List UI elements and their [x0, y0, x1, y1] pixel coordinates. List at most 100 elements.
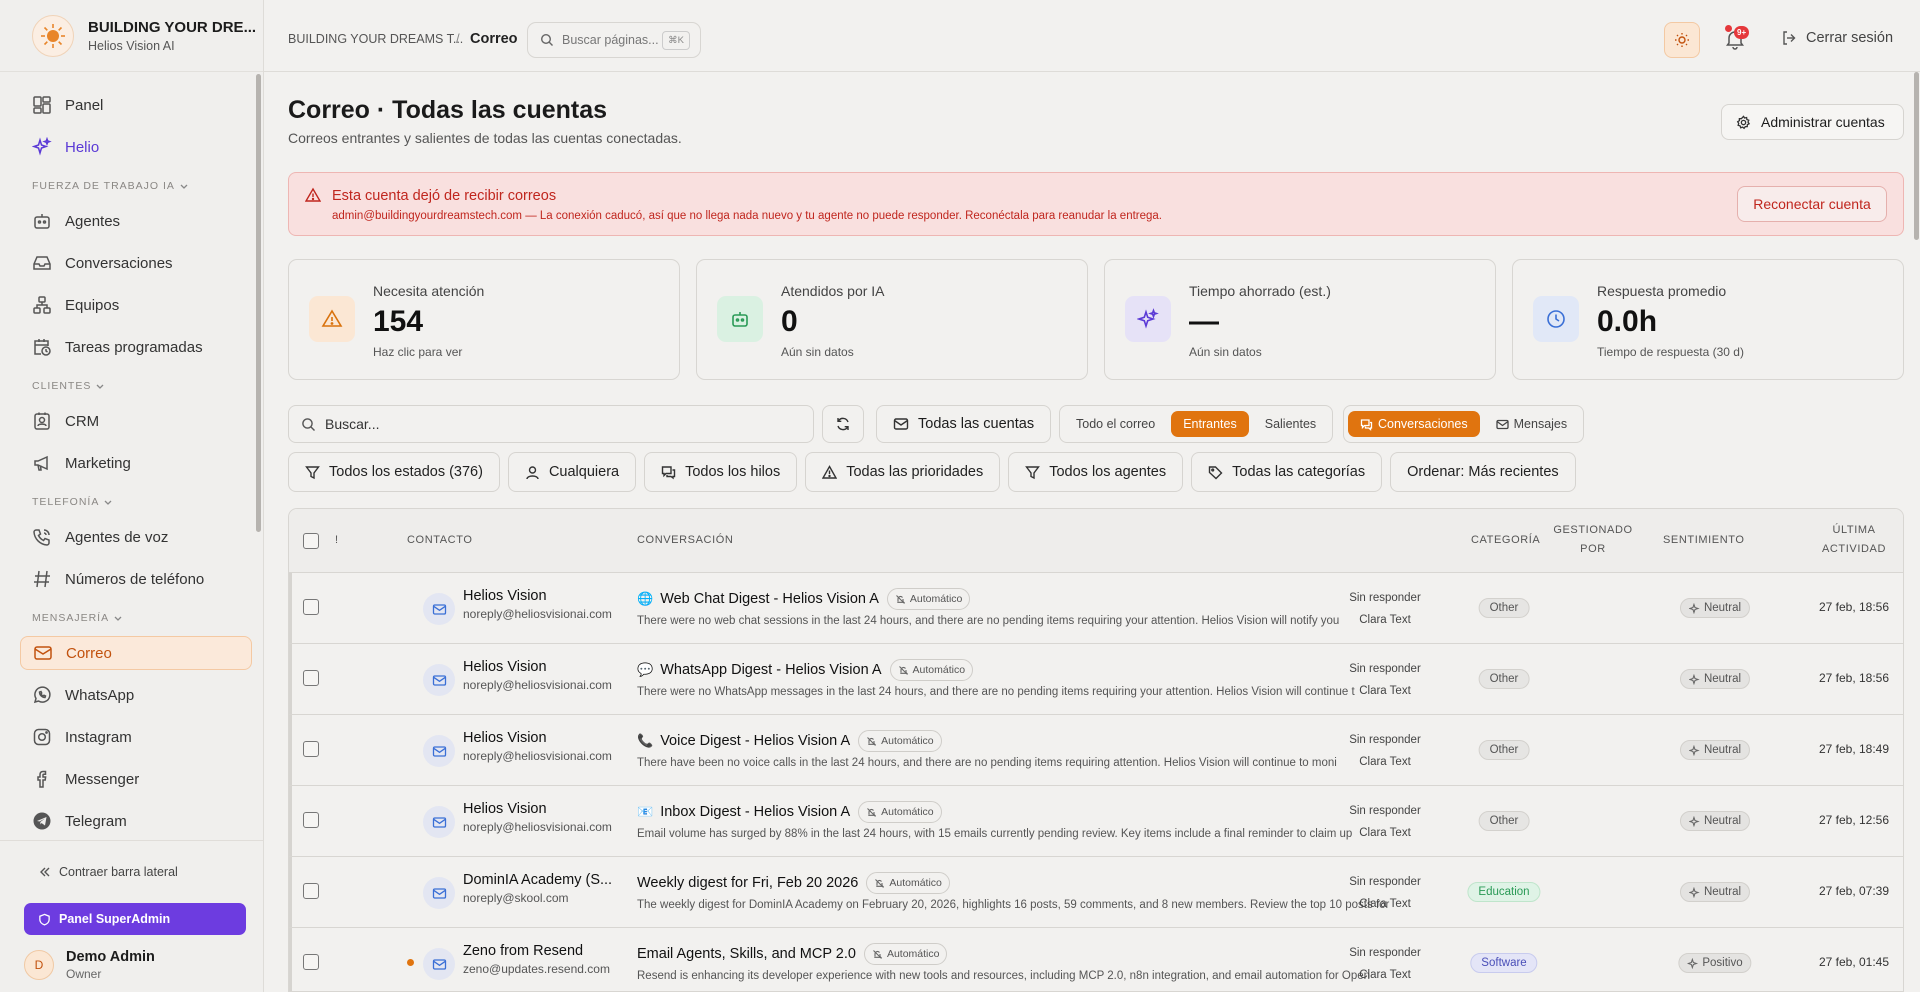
- contact-email: noreply@heliosvisionai.com: [463, 607, 612, 621]
- header-handled-by[interactable]: GESTIONADO POR: [1553, 521, 1633, 559]
- category-badge: Education: [1467, 882, 1541, 902]
- sidebar-item-marketing[interactable]: Marketing: [20, 446, 252, 480]
- sidebar-item-helio[interactable]: Helio: [20, 130, 252, 164]
- reconnect-account-button[interactable]: Reconectar cuenta: [1737, 186, 1887, 222]
- brand-subtitle: Helios Vision AI: [88, 38, 175, 53]
- table-row[interactable]: Helios Vision noreply@heliosvisionai.com 🌐…: [289, 573, 1903, 644]
- tab-all-mail[interactable]: Todo el correo: [1064, 411, 1167, 437]
- breadcrumb-root[interactable]: BUILDING YOUR DREAMS T...: [288, 32, 463, 46]
- section-messaging[interactable]: MENSAJERÍA: [20, 608, 252, 628]
- contact-name[interactable]: Helios Vision: [463, 801, 613, 817]
- dashboard-icon: [33, 96, 51, 114]
- logout-button[interactable]: Cerrar sesión: [1781, 30, 1893, 46]
- header-priority[interactable]: !: [335, 531, 339, 550]
- sidebar-item-messenger[interactable]: Messenger: [20, 762, 252, 796]
- sidebar-item-whatsapp[interactable]: WhatsApp: [20, 678, 252, 712]
- stat-card-attention[interactable]: Necesita atención 154 Haz clic para ver: [288, 259, 680, 380]
- accounts-filter[interactable]: Todas las cuentas: [876, 405, 1051, 443]
- section-telephony[interactable]: TELEFONÍA: [20, 492, 252, 512]
- status-filter[interactable]: Todos los estados (376): [288, 452, 500, 492]
- sidebar-item-voice-agents[interactable]: Agentes de voz: [20, 520, 252, 554]
- row-checkbox[interactable]: [303, 812, 319, 828]
- mail-search-input[interactable]: Buscar...: [288, 405, 814, 443]
- sidebar-scrollbar[interactable]: [256, 74, 261, 532]
- bot-icon: [717, 296, 763, 342]
- handled-agent: Clara Text: [1359, 969, 1411, 981]
- contact-name[interactable]: Zeno from Resend: [463, 943, 613, 959]
- chevron-down-icon: [104, 500, 112, 505]
- table-row[interactable]: Helios Vision noreply@heliosvisionai.com 💬…: [289, 644, 1903, 715]
- row-checkbox[interactable]: [303, 670, 319, 686]
- sidebar-item-crm[interactable]: CRM: [20, 404, 252, 438]
- section-clients[interactable]: CLIENTES: [20, 376, 252, 396]
- last-activity: 27 feb, 18:56: [1818, 671, 1890, 685]
- user-profile[interactable]: D Demo Admin Owner: [24, 949, 155, 981]
- priority-filter[interactable]: Todas las prioridades: [805, 452, 1001, 492]
- bell-off-icon: [898, 665, 908, 675]
- conversation-subject[interactable]: Weekly digest for Fri, Feb 20 2026 Automá…: [637, 872, 950, 894]
- phone-call-icon: [33, 529, 50, 546]
- brand[interactable]: BUILDING YOUR DRE... Helios Vision AI: [0, 0, 263, 72]
- conversation-subject[interactable]: Email Agents, Skills, and MCP 2.0 Automát…: [637, 943, 948, 965]
- gear-icon: [1736, 114, 1751, 129]
- conversation-subject[interactable]: 📞 Voice Digest - Helios Vision A Automátic…: [637, 730, 942, 752]
- conversation-subject[interactable]: 📧 Inbox Digest - Helios Vision A Automátic…: [637, 801, 942, 823]
- collapse-sidebar-button[interactable]: Contraer barra lateral: [38, 865, 178, 879]
- sidebar-item-instagram[interactable]: Instagram: [20, 720, 252, 754]
- table-row[interactable]: Zeno from Resend zeno@updates.resend.com E…: [289, 928, 1903, 991]
- contact-name[interactable]: Helios Vision: [463, 659, 613, 675]
- sidebar-item-agents[interactable]: Agentes: [20, 204, 252, 238]
- main-scrollbar[interactable]: [1914, 72, 1919, 240]
- sidebar-item-teams[interactable]: Equipos: [20, 288, 252, 322]
- tab-messages[interactable]: Mensajes: [1484, 411, 1580, 437]
- auto-badge: Automático: [889, 659, 974, 681]
- stat-card-ai-handled[interactable]: Atendidos por IA 0 Aún sin datos: [696, 259, 1088, 380]
- categories-filter[interactable]: Todas las categorías: [1191, 452, 1383, 492]
- header-conversation[interactable]: CONVERSACIÓN: [637, 531, 733, 550]
- header-last-activity[interactable]: ÚLTIMA ACTIVIDAD: [1809, 521, 1899, 559]
- contact-name[interactable]: DominIA Academy (S...: [463, 872, 613, 888]
- tab-outgoing[interactable]: Salientes: [1253, 411, 1328, 437]
- row-checkbox[interactable]: [303, 741, 319, 757]
- sidebar-item-panel[interactable]: Panel: [20, 88, 252, 122]
- conversation-subject[interactable]: 💬 WhatsApp Digest - Helios Vision A Automá…: [637, 659, 974, 681]
- manage-accounts-button[interactable]: Administrar cuentas: [1721, 104, 1904, 140]
- handled-by: Sin responder Clara Text: [1335, 729, 1435, 773]
- handled-by: Sin responder Clara Text: [1335, 658, 1435, 702]
- tab-conversations[interactable]: Conversaciones: [1348, 411, 1480, 437]
- table-row[interactable]: Helios Vision noreply@heliosvisionai.com 📧…: [289, 786, 1903, 857]
- row-checkbox[interactable]: [303, 599, 319, 615]
- contact-name[interactable]: Helios Vision: [463, 588, 613, 604]
- logout-label: Cerrar sesión: [1806, 30, 1894, 46]
- table-body: Helios Vision noreply@heliosvisionai.com 🌐…: [289, 573, 1903, 991]
- theme-toggle-button[interactable]: [1664, 22, 1700, 58]
- chip-label: Todos los hilos: [685, 464, 781, 480]
- stat-card-avg-response[interactable]: Respuesta promedio 0.0h Tiempo de respue…: [1512, 259, 1904, 380]
- refresh-button[interactable]: [822, 405, 864, 443]
- row-checkbox[interactable]: [303, 954, 319, 970]
- sidebar-item-phone-numbers[interactable]: Números de teléfono: [20, 562, 252, 596]
- table-row[interactable]: DominIA Academy (S... noreply@skool.com We…: [289, 857, 1903, 928]
- conversation-subject[interactable]: 🌐 Web Chat Digest - Helios Vision A Automá…: [637, 588, 971, 610]
- header-category[interactable]: CATEGORÍA: [1471, 531, 1540, 550]
- agents-filter[interactable]: Todos los agentes: [1008, 452, 1184, 492]
- tab-incoming[interactable]: Entrantes: [1171, 411, 1249, 437]
- contact-name[interactable]: Helios Vision: [463, 730, 613, 746]
- section-ai-workforce[interactable]: FUERZA DE TRABAJO IA: [20, 176, 252, 196]
- select-all-checkbox[interactable]: [303, 533, 319, 549]
- header-contact[interactable]: CONTACTO: [407, 531, 473, 550]
- page-search[interactable]: Buscar páginas... ⌘K: [527, 22, 701, 58]
- row-checkbox[interactable]: [303, 883, 319, 899]
- header-sentiment[interactable]: SENTIMIENTO: [1663, 531, 1745, 550]
- sort-dropdown[interactable]: Ordenar: Más recientes: [1390, 452, 1576, 492]
- manage-accounts-label: Administrar cuentas: [1761, 114, 1885, 130]
- threads-filter[interactable]: Todos los hilos: [644, 452, 798, 492]
- sidebar-item-conversations[interactable]: Conversaciones: [20, 246, 252, 280]
- sidebar-item-mail[interactable]: Correo: [20, 636, 252, 670]
- sidebar-item-scheduled-tasks[interactable]: Tareas programadas: [20, 330, 252, 364]
- superadmin-button[interactable]: Panel SuperAdmin: [24, 903, 246, 935]
- sidebar-item-telegram[interactable]: Telegram: [20, 804, 252, 838]
- table-row[interactable]: Helios Vision noreply@heliosvisionai.com 📞…: [289, 715, 1903, 786]
- stat-card-time-saved[interactable]: Tiempo ahorrado (est.) — Aún sin datos: [1104, 259, 1496, 380]
- assignee-filter[interactable]: Cualquiera: [507, 452, 637, 492]
